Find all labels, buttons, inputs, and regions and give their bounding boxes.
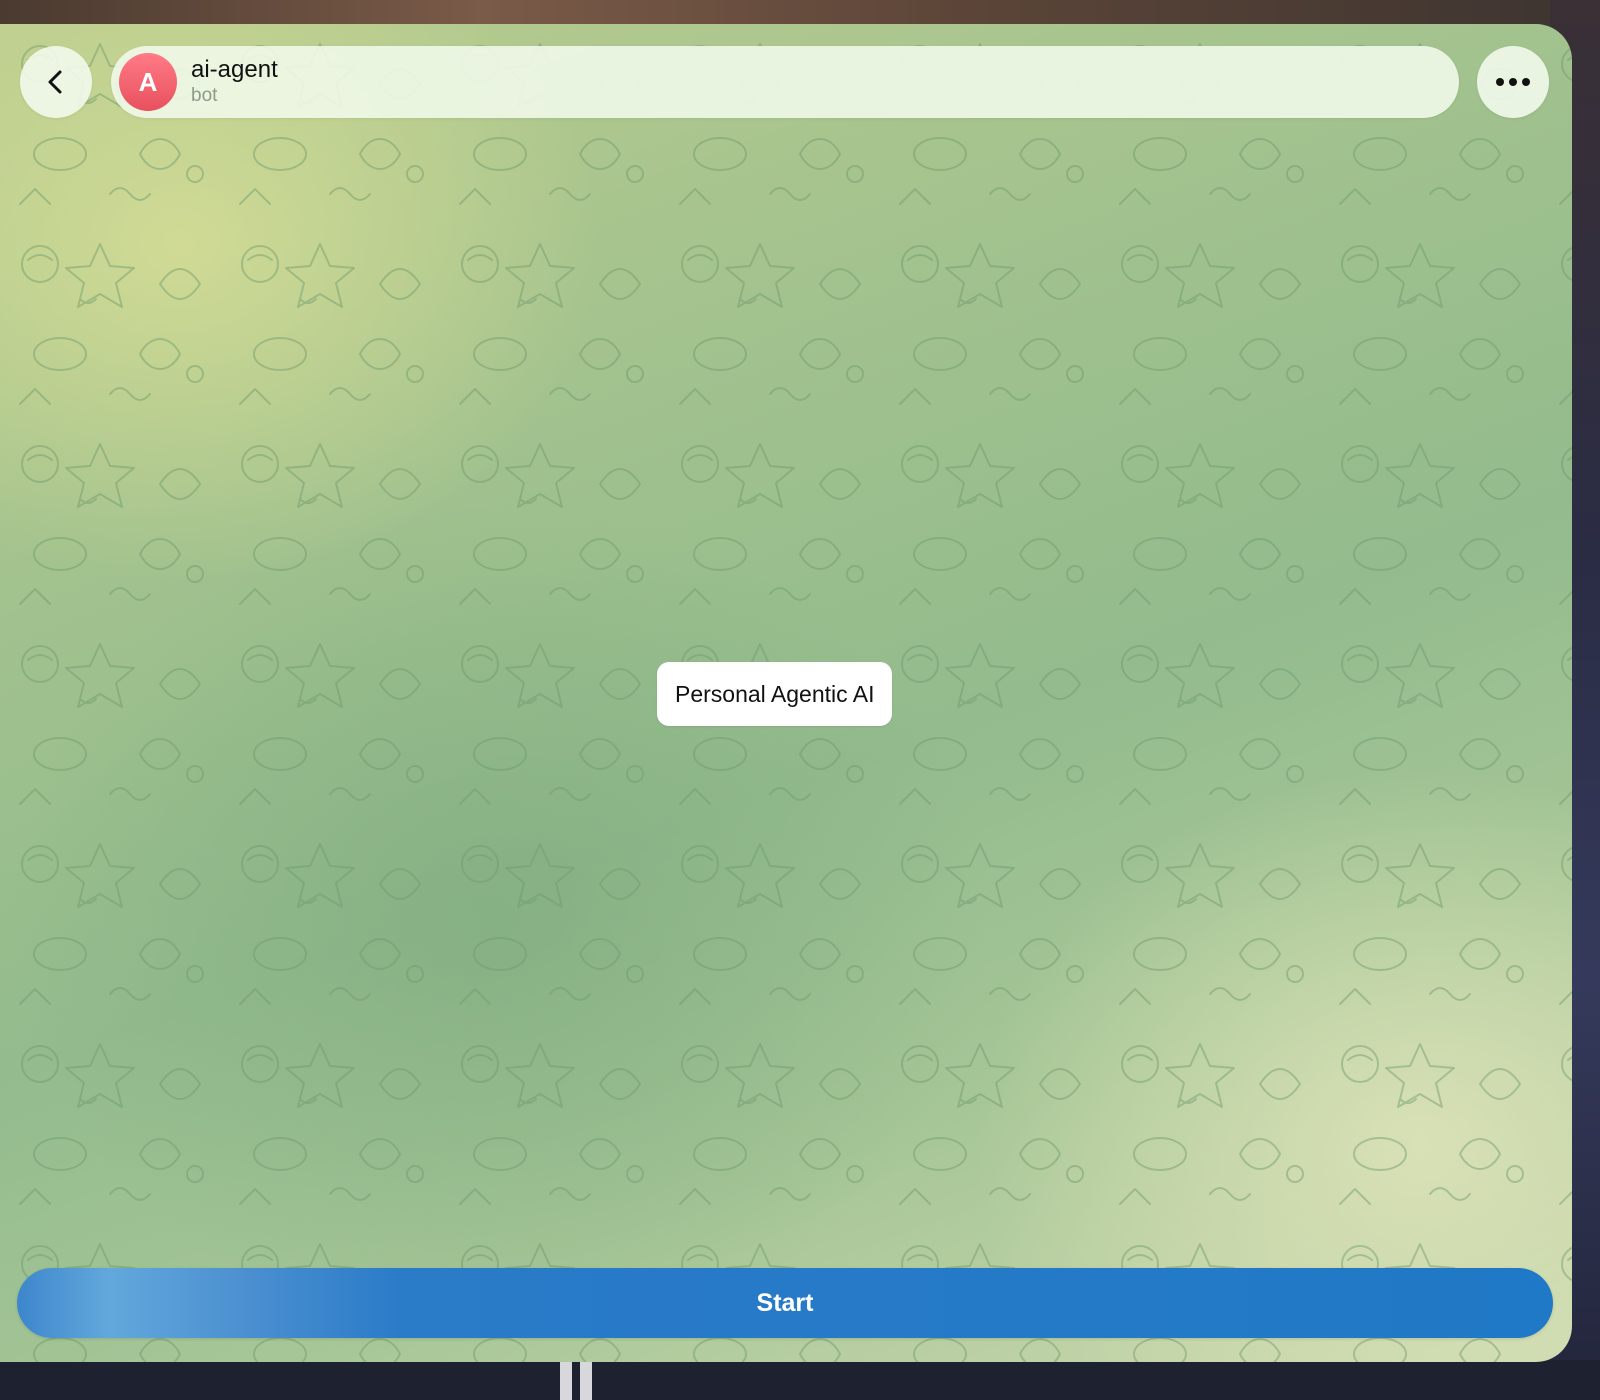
chat-info-bar[interactable]: A ai-agent bot <box>111 46 1459 118</box>
more-options-button[interactable] <box>1477 46 1549 118</box>
more-horizontal-icon <box>1496 78 1530 86</box>
avatar[interactable]: A <box>119 53 177 111</box>
chat-title: ai-agent <box>191 56 278 83</box>
chat-header: A ai-agent bot <box>0 24 1572 144</box>
chat-window: A ai-agent bot Personal Agentic AI Start <box>0 24 1572 1362</box>
start-button[interactable]: Start <box>17 1268 1553 1338</box>
bot-description-message: Personal Agentic AI <box>657 662 893 726</box>
chevron-left-icon <box>48 70 62 94</box>
dock-indicator <box>560 1362 608 1400</box>
back-button[interactable] <box>20 46 92 118</box>
desktop-background-bottom <box>0 1360 1600 1400</box>
chat-subtitle: bot <box>191 85 218 106</box>
